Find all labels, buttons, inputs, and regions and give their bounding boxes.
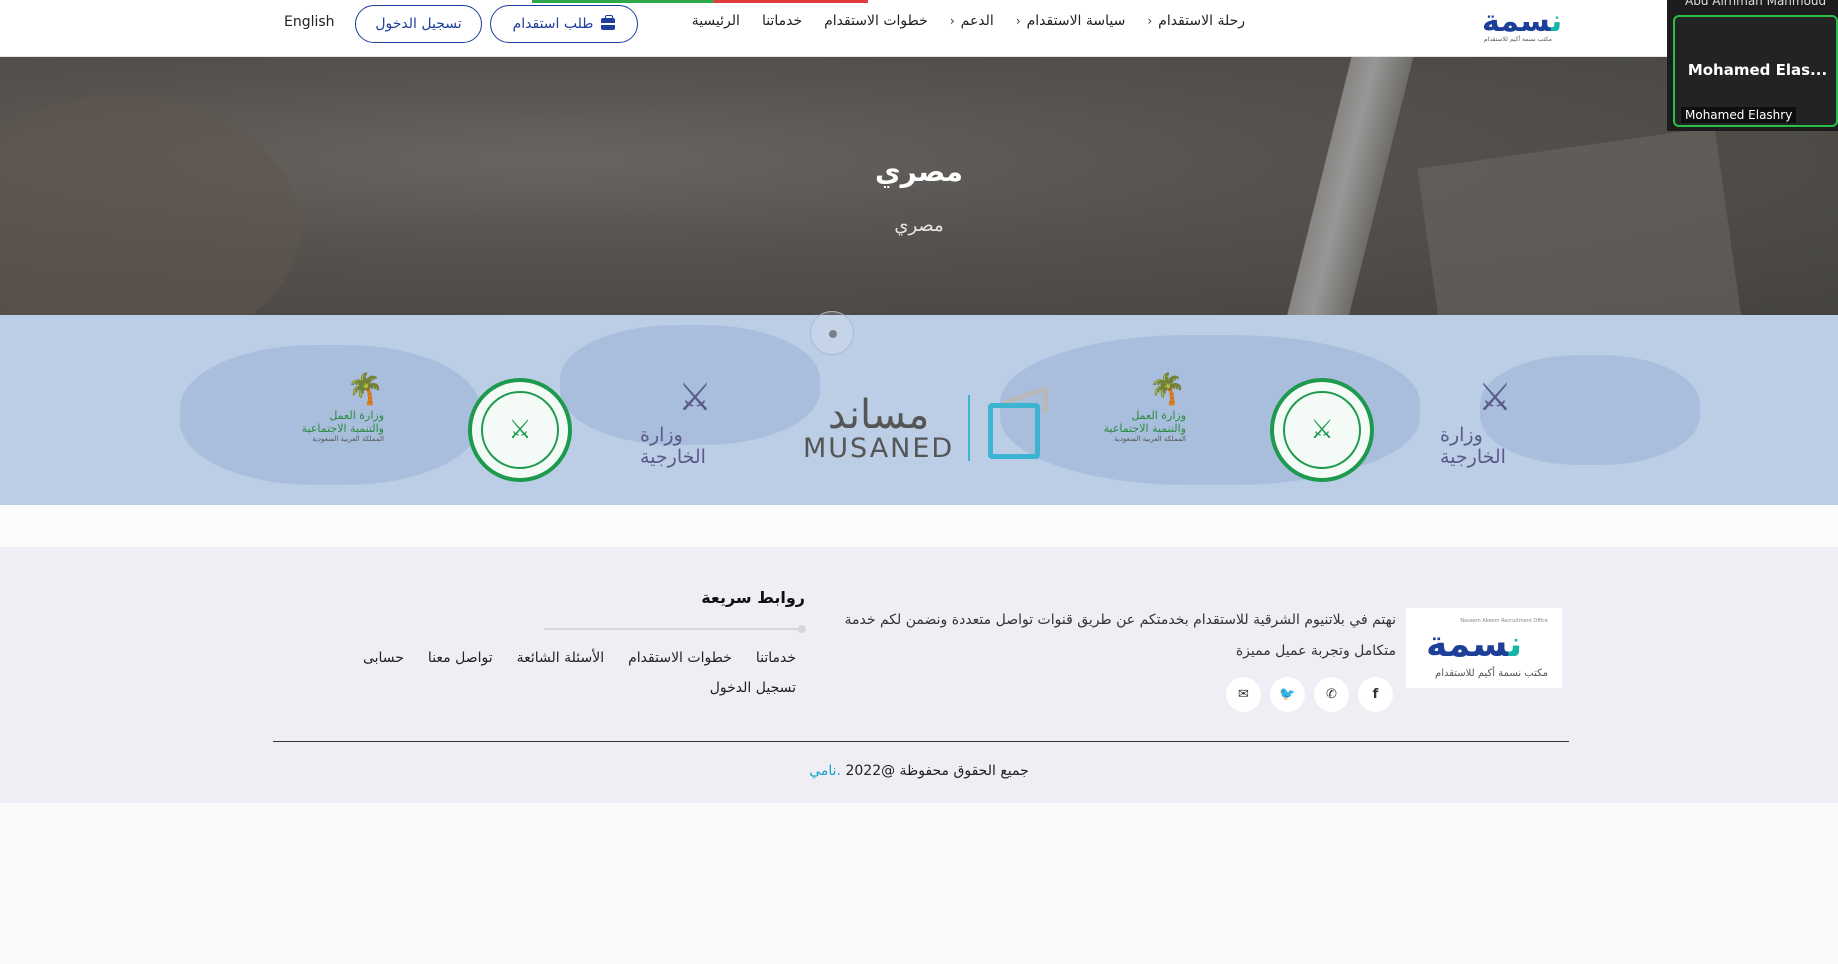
nav-item-services[interactable]: خدماتنا [751, 13, 813, 29]
emblem-icon: ⚔ [1477, 375, 1513, 419]
nav-item-support[interactable]: الدعم ‹ [939, 13, 1005, 29]
logo-wordmark: نسمة [1482, 4, 1564, 39]
hero-banner: مصري مصري [0, 57, 1838, 315]
whatsapp-icon[interactable]: ✆ [1314, 677, 1349, 712]
nav-item-recruitment-policy[interactable]: سياسة الاستقدام ‹ [1005, 13, 1137, 29]
recruitment-request-button[interactable]: طلب استقدام [490, 5, 638, 43]
chevron-icon: ‹ [1015, 14, 1021, 28]
participant-name-top: Abd Alrhman Mahmoud [1685, 0, 1827, 8]
nav-item-recruitment-journey[interactable]: رحلة الاستقدام ‹ [1136, 13, 1256, 29]
video-call-overlay: Abd Alrhman Mahmoud Mohamed Elas... Moha… [1667, 0, 1838, 131]
top-color-stripe [532, 0, 868, 3]
copyright: جميع الحقوق محفوظة @2022 .نامي [809, 763, 1029, 779]
email-icon[interactable]: ✉ [1226, 677, 1261, 712]
briefcase-icon [601, 15, 616, 30]
quick-links-divider [544, 625, 806, 633]
quick-link-account[interactable]: حسابى [363, 650, 404, 666]
footer-logo[interactable]: Naseem Akeem Recruitment Office نسمة مكت… [1406, 608, 1562, 688]
footer-description: نهتم في بلاتنيوم الشرقية للاستقدام بخدمت… [844, 612, 1396, 659]
login-button[interactable]: تسجيل الدخول [355, 5, 482, 43]
twitter-icon[interactable]: 🐦 [1270, 677, 1305, 712]
partner-logo-mofa: ⚔ وزارة الخارجية [640, 375, 713, 468]
swords-palm-icon: ⚔ [1283, 391, 1361, 469]
chevron-icon: ‹ [949, 14, 955, 28]
carousel-dot[interactable] [810, 311, 854, 355]
partner-logo-emblem-2: ⚔ [1270, 378, 1374, 482]
top-navbar: نسمة مكتب نسمة أكيم للاستقدام الرئيسية خ… [0, 0, 1838, 57]
hero-title: مصري [874, 155, 963, 188]
quick-link-faq[interactable]: الأسئلة الشائعة [517, 650, 605, 666]
quick-links: خدماتنا خطوات الاستقدام الأسئلة الشائعة … [276, 650, 796, 696]
partner-logo-hrsd-2: 🌴 وزارة العمل والتنمية الاجتماعية المملك… [1103, 372, 1186, 444]
social-links: ✉ 🐦 ✆ f [1226, 677, 1393, 712]
partner-logo-musaned: مساند MUSANED [803, 385, 1050, 463]
nav-item-home[interactable]: الرئيسية [681, 13, 751, 29]
partner-logo-mofa-2: ⚔ وزارة الخارجية [1440, 375, 1513, 468]
nav-item-recruitment-steps[interactable]: خطوات الاستقدام [813, 13, 939, 29]
swords-palm-icon: ⚔ [481, 391, 559, 469]
musaned-mark-icon [984, 385, 1050, 463]
palm-icon: 🌴 [1148, 372, 1186, 407]
site-logo[interactable]: نسمة مكتب نسمة أكيم للاستقدام [1480, 4, 1564, 46]
recruitment-request-label: طلب استقدام [512, 16, 594, 32]
emblem-icon: ⚔ [677, 375, 713, 419]
hero-subtitle: مصري [894, 215, 944, 236]
language-switch[interactable]: English [284, 14, 335, 30]
quick-link-contact[interactable]: تواصل معنا [428, 650, 493, 666]
footer-divider [273, 741, 1569, 742]
palm-icon: 🌴 [346, 372, 384, 407]
quick-link-services[interactable]: خدماتنا [756, 650, 796, 666]
brand-link[interactable]: .نامي [809, 763, 841, 779]
main-nav: الرئيسية خدماتنا خطوات الاستقدام الدعم ‹ … [681, 13, 1256, 29]
logo-subtitle: مكتب نسمة أكيم للاستقدام [1484, 36, 1552, 43]
quick-link-login[interactable]: تسجيل الدخول [710, 680, 796, 696]
participant-label: Mohamed Elashry [1681, 107, 1797, 123]
quick-links-title: روابط سريعة [701, 588, 805, 607]
partner-logo-hrsd: 🌴 وزارة العمل والتنمية الاجتماعية المملك… [301, 372, 384, 444]
facebook-icon[interactable]: f [1358, 677, 1393, 712]
participant-display-name: Mohamed Elas... [1687, 61, 1828, 79]
quick-link-recruitment-steps[interactable]: خطوات الاستقدام [628, 650, 732, 666]
login-label: تسجيل الدخول [375, 16, 462, 32]
participant-tile[interactable]: Mohamed Elas... Mohamed Elashry [1673, 15, 1838, 127]
footer-logo-wordmark: نسمة [1426, 624, 1525, 665]
chevron-icon: ‹ [1147, 14, 1153, 28]
partner-logo-emblem: ⚔ [468, 378, 572, 482]
